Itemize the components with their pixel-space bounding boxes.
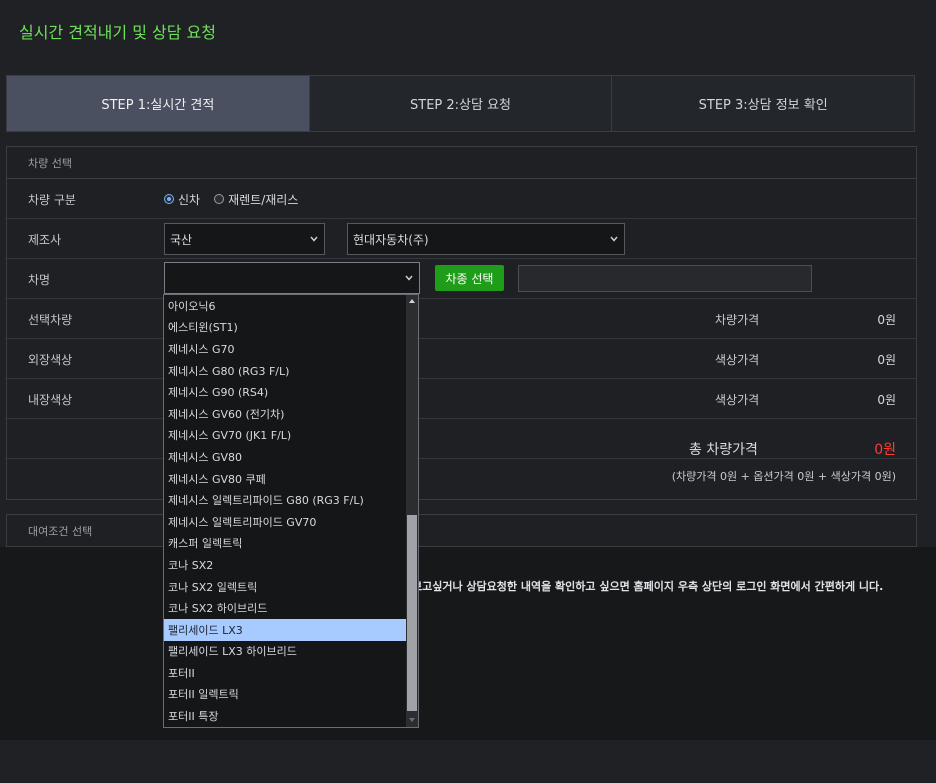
model-option[interactable]: 제네시스 G80 (RG3 F/L) xyxy=(164,360,406,382)
row-total xyxy=(7,419,916,459)
model-option[interactable]: 코나 SX2 xyxy=(164,554,406,576)
model-option[interactable]: 포터II 특장 xyxy=(164,705,406,727)
maker-origin-value: 국산 xyxy=(170,232,193,247)
chevron-down-icon xyxy=(610,236,618,242)
model-option[interactable]: 포터II 일렉트릭 xyxy=(164,684,406,706)
model-option[interactable]: 에스티윈(ST1) xyxy=(164,317,406,339)
radio-new-car-label: 신차 xyxy=(178,192,201,207)
page-title: 실시간 견적내기 및 상담 요청 xyxy=(19,23,216,42)
row-selected-car: 선택차량 차량가격 0원 xyxy=(7,299,916,339)
radio-rerent[interactable]: 재렌트/재리스 xyxy=(214,191,298,208)
model-option[interactable]: 포터II xyxy=(164,662,406,684)
model-options: 아이오닉6 에스티윈(ST1) 제네시스 G70 제네시스 G80 (RG3 F/L)… xyxy=(164,295,406,727)
model-option[interactable]: 제네시스 일렉트리파이드 G80 (RG3 F/L) xyxy=(164,489,406,511)
maker-brand-select[interactable]: 현대자동차(주) xyxy=(347,223,625,255)
vehicle-panel: 차량 선택 차량 구분 신차 재렌트/재리스 제조사 국산 현대자동차(주) 차… xyxy=(6,146,917,500)
model-dropdown-list[interactable]: 아이오닉6 에스티윈(ST1) 제네시스 G70 제네시스 G80 (RG3 F/L)… xyxy=(163,294,419,728)
radio-checked-icon[interactable] xyxy=(164,194,174,204)
rental-section-heading: 대여조건 선택 xyxy=(28,524,93,538)
model-option[interactable]: 코나 SX2 일렉트릭 xyxy=(164,576,406,598)
exterior-color-label: 외장색상 xyxy=(28,352,73,367)
lower-area: 보고싶거나 상담요청한 내역을 확인하고 싶으면 홈페이지 우측 상단의 로그인… xyxy=(0,547,936,740)
exterior-price-label: 색상가격 xyxy=(715,352,760,367)
radio-rerent-label: 재렌트/재리스 xyxy=(228,192,299,207)
select-model-button[interactable]: 차종 선택 xyxy=(435,265,504,291)
model-option[interactable]: 제네시스 GV80 쿠페 xyxy=(164,468,406,490)
interior-price-label: 색상가격 xyxy=(715,392,760,407)
vehicle-type-label: 차량 구분 xyxy=(28,192,76,207)
tab-step-2[interactable]: STEP 2:상담 요청 xyxy=(309,76,613,131)
model-option[interactable]: 코나 SX2 하이브리드 xyxy=(164,597,406,619)
car-price-label: 차량가격 xyxy=(715,312,760,327)
model-option[interactable]: 캐스퍼 일렉트릭 xyxy=(164,533,406,555)
chevron-down-icon xyxy=(310,236,318,242)
rental-panel: 대여조건 선택 xyxy=(6,514,917,547)
model-option[interactable]: 제네시스 일렉트리파이드 GV70 xyxy=(164,511,406,533)
maker-brand-value: 현대자동차(주) xyxy=(353,232,429,247)
maker-origin-select[interactable]: 국산 xyxy=(164,223,325,255)
row-vehicle-type: 차량 구분 신차 재렌트/재리스 xyxy=(7,179,916,219)
model-search-input[interactable] xyxy=(518,265,812,292)
row-model: 차명 차종 선택 xyxy=(7,259,916,299)
total-price-value: 0원 xyxy=(874,442,896,458)
maker-label: 제조사 xyxy=(28,232,62,247)
tab-step-3[interactable]: STEP 3:상담 정보 확인 xyxy=(612,76,915,131)
vehicle-section-heading: 차량 선택 xyxy=(7,147,916,179)
model-option[interactable]: 제네시스 GV60 (전기차) xyxy=(164,403,406,425)
step-tabs: STEP 1:실시간 견적 STEP 2:상담 요청 STEP 3:상담 정보 … xyxy=(6,75,915,132)
radio-new-car[interactable]: 신차 xyxy=(164,191,200,208)
row-maker: 제조사 국산 현대자동차(주) xyxy=(7,219,916,259)
vehicle-type-radios: 신차 재렌트/재리스 xyxy=(164,179,298,219)
model-option[interactable]: 제네시스 G90 (RS4) xyxy=(164,381,406,403)
price-breakdown: (차량가격 0원 + 옵션가격 0원 + 색상가격 0원) xyxy=(671,470,896,483)
row-exterior: 외장색상 색상가격 0원 xyxy=(7,339,916,379)
dropdown-scrollbar[interactable] xyxy=(406,295,418,727)
scroll-down-icon[interactable] xyxy=(407,715,417,725)
exterior-price-value: 0원 xyxy=(877,352,896,367)
notice-text: 보고싶거나 상담요청한 내역을 확인하고 싶으면 홈페이지 우측 상단의 로그인… xyxy=(412,580,884,593)
model-option[interactable]: 팰리세이드 LX3 하이브리드 xyxy=(164,641,406,663)
selected-car-label: 선택차량 xyxy=(28,312,73,327)
model-select[interactable] xyxy=(164,262,420,294)
model-option[interactable]: 제네시스 G70 xyxy=(164,338,406,360)
interior-price-value: 0원 xyxy=(877,392,896,407)
model-option[interactable]: 아이오닉6 xyxy=(164,295,406,317)
model-option[interactable]: 제네시스 GV70 (JK1 F/L) xyxy=(164,425,406,447)
total-price-label: 총 차량가격 xyxy=(689,442,758,458)
chevron-down-icon xyxy=(405,275,413,281)
model-option[interactable]: 팰리세이드 LX3 xyxy=(164,618,406,641)
model-label: 차명 xyxy=(28,272,51,287)
radio-unchecked-icon[interactable] xyxy=(214,194,225,204)
scrollbar-thumb[interactable] xyxy=(407,515,417,711)
car-price-value: 0원 xyxy=(877,312,896,327)
interior-color-label: 내장색상 xyxy=(28,392,73,407)
scroll-up-icon[interactable] xyxy=(407,296,417,306)
row-interior: 내장색상 색상가격 0원 xyxy=(7,379,916,419)
tab-step-1[interactable]: STEP 1:실시간 견적 xyxy=(7,76,310,131)
model-option[interactable]: 제네시스 GV80 xyxy=(164,446,406,468)
